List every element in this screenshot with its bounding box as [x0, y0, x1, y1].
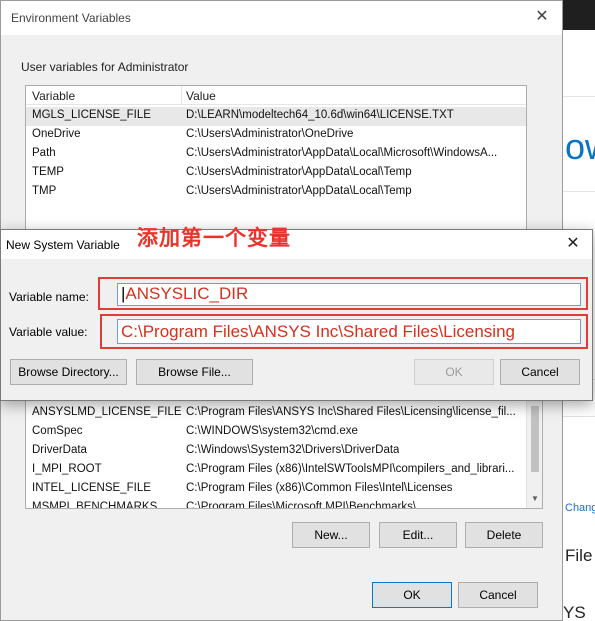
row-variable: TEMP: [32, 166, 64, 178]
background-change-link[interactable]: Chang: [565, 502, 595, 514]
table-row[interactable]: DriverData C:\Windows\System32\Drivers\D…: [26, 442, 542, 461]
table-row[interactable]: I_MPI_ROOT C:\Program Files (x86)\IntelS…: [26, 461, 542, 480]
table-row[interactable]: OneDrive C:\Users\Administrator\OneDrive: [26, 126, 526, 145]
column-header-variable[interactable]: Variable: [32, 89, 75, 103]
close-icon[interactable]: ✕: [564, 235, 582, 253]
new-system-variable-dialog: New System Variable ✕ 添加第一个变量 Variable n…: [0, 226, 593, 401]
row-value: C:\Windows\System32\Drivers\DriverData: [186, 444, 400, 456]
browse-file-button[interactable]: Browse File...: [136, 359, 253, 385]
table-row[interactable]: INTEL_LICENSE_FILE C:\Program Files (x86…: [26, 480, 542, 499]
user-variables-list[interactable]: Variable Value MGLS_LICENSE_FILE D:\LEAR…: [25, 85, 527, 231]
background-divider: [561, 96, 595, 97]
row-variable: ComSpec: [32, 425, 83, 437]
row-variable: INTEL_LICENSE_FILE: [32, 482, 151, 494]
row-variable: MGLS_LICENSE_FILE: [32, 109, 151, 121]
row-value: D:\LEARN\modeltech64_10.6d\win64\LICENSE…: [186, 109, 454, 121]
background-divider: [561, 416, 595, 417]
column-header-value[interactable]: Value: [186, 89, 216, 103]
row-variable: OneDrive: [32, 128, 81, 140]
row-value: C:\Users\Administrator\AppData\Local\Tem…: [186, 166, 412, 178]
row-value: C:\WINDOWS\system32\cmd.exe: [186, 425, 358, 437]
dialog-titlebar: New System Variable ✕: [1, 230, 592, 259]
system-variables-list[interactable]: ANSYSLMD_LICENSE_FILE C:\Program Files\A…: [25, 385, 543, 509]
table-row[interactable]: MSMPI_BENCHMARKS C:\Program Files\Micros…: [26, 499, 542, 509]
cancel-button[interactable]: Cancel: [458, 582, 538, 608]
user-variables-group-label: User variables for Administrator: [21, 60, 189, 74]
background-app-topbar: [561, 0, 595, 30]
table-row[interactable]: TEMP C:\Users\Administrator\AppData\Loca…: [26, 164, 526, 183]
window-title: Environment Variables: [11, 11, 131, 25]
dialog-title: New System Variable: [6, 238, 120, 252]
row-value: C:\Program Files\ANSYS Inc\Shared Files\…: [186, 406, 516, 418]
row-variable: Path: [32, 147, 56, 159]
row-value: C:\Program Files (x86)\IntelSWToolsMPI\c…: [186, 463, 515, 475]
vertical-scrollbar[interactable]: ▼: [526, 386, 542, 508]
row-value: C:\Program Files (x86)\Common Files\Inte…: [186, 482, 453, 494]
background-divider: [561, 191, 595, 192]
delete-variable-button[interactable]: Delete: [465, 522, 543, 548]
variable-value-label: Variable value:: [9, 325, 88, 339]
table-row[interactable]: TMP C:\Users\Administrator\AppData\Local…: [26, 183, 526, 202]
edit-variable-button[interactable]: Edit...: [379, 522, 457, 548]
background-text-fragment: File: [565, 546, 593, 565]
scroll-down-arrow-icon[interactable]: ▼: [527, 492, 542, 506]
background-heading-fragment: ow: [565, 126, 595, 167]
annotation-text: 添加第一个变量: [137, 226, 291, 250]
row-value: C:\Users\Administrator\AppData\Local\Mic…: [186, 147, 498, 159]
row-variable: MSMPI_BENCHMARKS: [32, 501, 158, 509]
row-value: C:\Program Files\Microsoft MPI\Benchmark…: [186, 501, 417, 509]
column-divider[interactable]: [181, 86, 182, 105]
close-icon[interactable]: ✕: [532, 7, 552, 27]
dialog-ok-button[interactable]: OK: [414, 359, 494, 385]
table-row[interactable]: Path C:\Users\Administrator\AppData\Loca…: [26, 145, 526, 164]
window-titlebar: Environment Variables ✕: [1, 1, 562, 35]
table-row[interactable]: ComSpec C:\WINDOWS\system32\cmd.exe: [26, 423, 542, 442]
variable-name-input[interactable]: |ANSYSLIC_DIR: [117, 283, 581, 306]
variable-value-input[interactable]: C:\Program Files\ANSYS Inc\Shared Files\…: [117, 319, 581, 344]
table-row[interactable]: ANSYSLMD_LICENSE_FILE C:\Program Files\A…: [26, 404, 542, 423]
table-row[interactable]: MGLS_LICENSE_FILE D:\LEARN\modeltech64_1…: [26, 107, 526, 126]
list-header: Variable Value: [26, 86, 526, 105]
row-variable: I_MPI_ROOT: [32, 463, 102, 475]
row-value: C:\Users\Administrator\OneDrive: [186, 128, 354, 140]
row-variable: ANSYSLMD_LICENSE_FILE: [32, 406, 182, 418]
variable-name-value: ANSYSLIC_DIR: [125, 284, 249, 303]
browse-directory-button[interactable]: Browse Directory...: [10, 359, 127, 385]
row-variable: TMP: [32, 185, 57, 197]
background-text-fragment: YS I: [563, 603, 586, 621]
ok-button[interactable]: OK: [372, 582, 452, 608]
row-variable: DriverData: [32, 444, 87, 456]
variable-name-label: Variable name:: [9, 290, 89, 304]
scrollbar-thumb[interactable]: [531, 406, 539, 472]
dialog-cancel-button[interactable]: Cancel: [500, 359, 580, 385]
new-variable-button[interactable]: New...: [292, 522, 370, 548]
row-value: C:\Users\Administrator\AppData\Local\Tem…: [186, 185, 412, 197]
